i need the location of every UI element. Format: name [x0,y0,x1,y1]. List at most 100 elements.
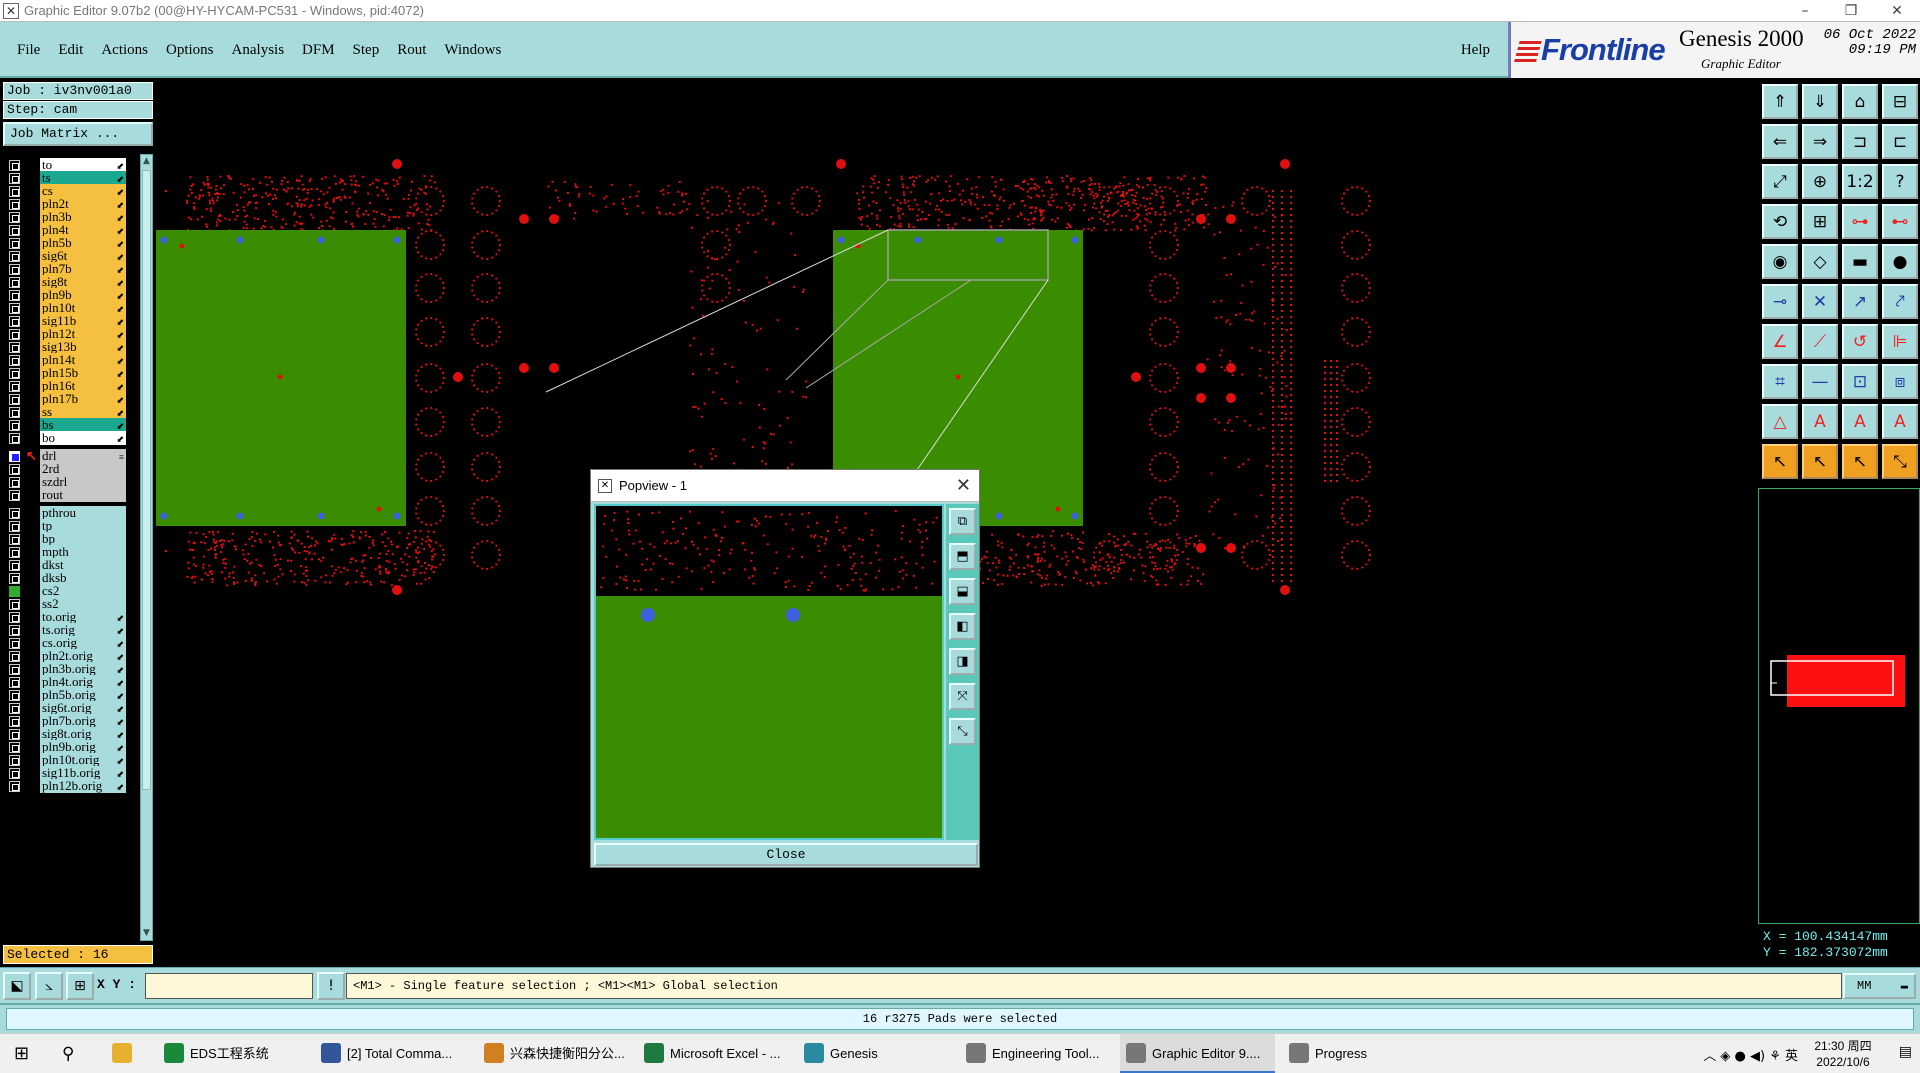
layer-name[interactable]: pln3b ⬋ [40,210,126,224]
board-zoomed[interactable] [596,596,942,838]
menu-analysis[interactable]: Analysis [223,42,294,59]
selected-pad[interactable] [393,236,401,244]
layer-checkbox[interactable] [9,664,20,675]
input-language[interactable]: 英 [1785,1049,1798,1064]
pan-right-icon[interactable]: ⇒ [1802,124,1838,159]
layer-name[interactable]: pln15b ⬋ [40,366,126,380]
zoom-box-icon[interactable]: ⤢ [1762,164,1798,199]
hash-icon[interactable]: ⌗ [1762,364,1798,399]
popview-title-bar[interactable]: ✕ Popview - 1 ✕ [591,470,979,502]
overview-map[interactable] [1759,489,1919,923]
scale-icon[interactable]: 1:2 [1842,164,1878,199]
pad[interactable] [1196,363,1206,373]
triangle-icon[interactable]: △ [1762,404,1798,439]
layer-checkbox[interactable] [9,768,20,779]
layer-checkbox[interactable] [9,290,20,301]
select-add-icon[interactable]: ↖ [1802,444,1838,479]
layer-checkbox[interactable] [9,251,20,262]
layer-name[interactable]: pln5b ⬋ [40,236,126,250]
pad[interactable] [1226,393,1236,403]
layer-name[interactable]: pln12b.orig ⬋ [40,779,126,793]
layer-name[interactable]: szdrl [40,475,126,489]
close-window-button[interactable]: ✕ [1874,0,1920,22]
pan-left-icon[interactable]: ⇐ [1762,124,1798,159]
layer-checkbox[interactable] [9,173,20,184]
layer-name[interactable]: pln16t ⬋ [40,379,126,393]
layer-name[interactable]: pln7b.orig ⬋ [40,714,126,728]
selected-pad[interactable] [1071,512,1079,520]
text-icon[interactable]: A [1802,404,1838,439]
selected-pad[interactable] [995,512,1003,520]
popview-drawing[interactable] [596,506,942,838]
layer-checkbox[interactable] [9,490,20,501]
layer-checkbox[interactable] [9,651,20,662]
layer-checkbox[interactable] [9,160,20,171]
selected-pad[interactable] [160,236,168,244]
start-icon[interactable]: ⊞ [14,1034,29,1073]
layer-row[interactable]: rout [3,488,137,503]
menu-step[interactable]: Step [344,42,389,59]
grid-icon[interactable]: ⊞ [1802,204,1838,239]
taskbar-app[interactable]: Engineering Tool... [960,1034,1115,1073]
zoom-in-icon[interactable]: ⤧ [949,683,976,710]
selected-pad[interactable] [914,236,922,244]
layer-checkbox[interactable] [9,394,20,405]
menu-edit[interactable]: Edit [49,42,92,59]
layer-name[interactable]: sig6t ⬋ [40,249,126,263]
layer-checkbox[interactable] [9,599,20,610]
layer-name[interactable]: cs ⬋ [40,184,126,198]
popview-viewport[interactable] [594,504,944,840]
layer-checkbox[interactable] [9,355,20,366]
selected-pad[interactable] [641,608,655,622]
menu-file[interactable]: File [8,42,49,59]
restore-button[interactable]: ❐ [1828,0,1874,22]
pad[interactable] [1131,372,1141,382]
pad[interactable] [1280,159,1290,169]
pad[interactable] [376,506,382,512]
layer-name[interactable]: bs ⬋ [40,418,126,432]
file-explorer-icon[interactable] [112,1034,138,1073]
popview-close-button[interactable]: Close [594,843,978,866]
zoom-out-icon[interactable]: ⇓ [1802,84,1838,119]
pad[interactable] [955,374,961,380]
layer-checkbox[interactable] [9,225,20,236]
selected-pad[interactable] [160,512,168,520]
pad[interactable] [1280,585,1290,595]
fit-width-icon[interactable]: ⊐ [1842,124,1878,159]
layer-checkbox[interactable] [9,677,20,688]
selected-pad[interactable] [1071,236,1079,244]
slash-icon[interactable]: ⟋ [1802,324,1838,359]
layer-checkbox[interactable] [9,303,20,314]
info-icon[interactable]: ! [317,972,345,1000]
layer-checkbox[interactable] [9,264,20,275]
layer-checkbox[interactable] [9,625,20,636]
tray-icons[interactable]: ︿ ◈ ● ◀) ⚘ 英 [1703,1045,1798,1064]
selected-pad[interactable] [393,512,401,520]
selected-pad[interactable] [236,512,244,520]
pad[interactable] [1196,393,1206,403]
zoom-out-icon[interactable]: ⤡ [949,718,976,745]
zoom-in-icon[interactable]: ⇑ [1762,84,1798,119]
pan-down-icon[interactable]: ⬓ [949,578,976,605]
pad[interactable] [1226,363,1236,373]
layer-name[interactable]: pln2t.orig ⬋ [40,649,126,663]
selected-pad[interactable] [236,236,244,244]
scroll-down-icon[interactable]: ▼ [141,927,152,940]
pad[interactable] [1226,214,1236,224]
pad[interactable] [392,585,402,595]
angle-icon[interactable]: ∠ [1762,324,1798,359]
layer-name[interactable]: pln10t ⬋ [40,301,126,315]
select-remove-icon[interactable]: ↖ [1842,444,1878,479]
layer-checkbox[interactable] [9,742,20,753]
selected-pad[interactable] [837,236,845,244]
layer-checkbox[interactable] [9,729,20,740]
layer-name[interactable]: sig8t.orig ⬋ [40,727,126,741]
layer-name[interactable]: pln7b ⬋ [40,262,126,276]
text-fill-icon[interactable]: A [1882,404,1918,439]
pad[interactable] [1226,543,1236,553]
layer-name[interactable]: tp [40,519,126,533]
layer-name[interactable]: sig11b.orig ⬋ [40,766,126,780]
menu-help[interactable]: Help [1461,42,1490,59]
layer-checkbox[interactable] [9,586,20,597]
layer-checkbox[interactable] [9,521,20,532]
